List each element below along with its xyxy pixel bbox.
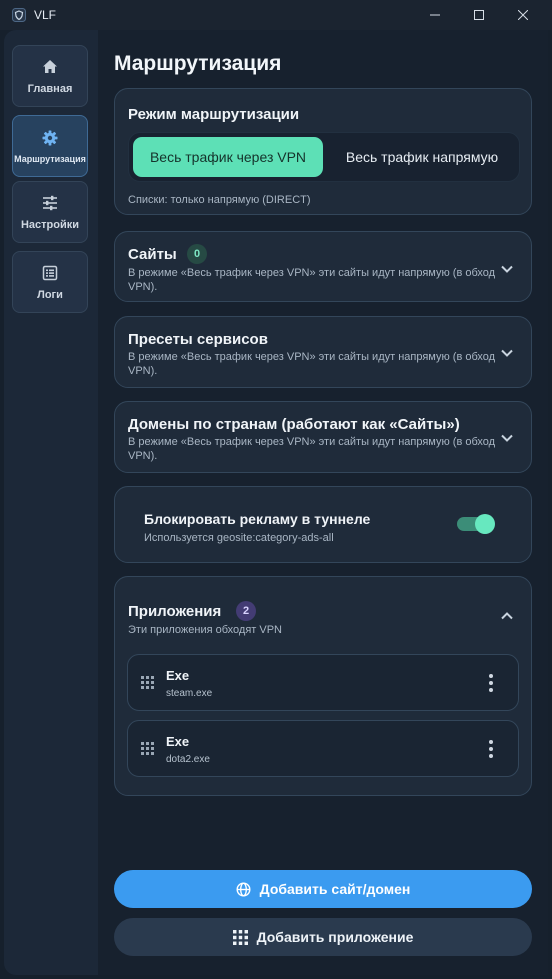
sidebar-item-settings[interactable]: Настройки (12, 181, 88, 243)
chevron-up-icon[interactable] (500, 609, 514, 623)
app-filename: steam.exe (166, 688, 213, 699)
applications-card: Приложения 2 Эти приложения обходят VPN … (114, 576, 532, 796)
maximize-button[interactable] (456, 0, 502, 30)
chevron-down-icon[interactable] (500, 346, 514, 360)
home-icon (43, 59, 57, 73)
sidebar-item-home[interactable]: Главная (12, 45, 88, 107)
sidebar-item-label: Главная (27, 82, 73, 95)
sites-count-badge: 0 (187, 244, 207, 264)
sidebar-item-routing[interactable]: Маршрутизация (12, 115, 88, 177)
close-icon (518, 10, 528, 20)
app-filename: dota2.exe (166, 754, 210, 765)
mode-vpn-button[interactable]: Весь трафик через VPN (133, 137, 323, 177)
window-title: VLF (34, 8, 57, 22)
app-type: Exe (166, 668, 190, 683)
sidebar-item-label: Логи (37, 288, 63, 301)
routing-mode-card: Режим маршрутизации Весь трафик через VP… (114, 88, 532, 215)
chevron-down-icon[interactable] (500, 431, 514, 445)
chevron-down-icon[interactable] (500, 262, 514, 276)
add-site-button[interactable]: Добавить сайт/домен (114, 870, 532, 908)
sidebar-item-label: Настройки (20, 218, 80, 231)
adblock-title: Блокировать рекламу в туннеле (144, 511, 371, 527)
shield-logo-icon (12, 8, 26, 22)
sites-title: Сайты (128, 246, 177, 263)
more-vertical-icon[interactable] (484, 739, 498, 759)
app-grid-icon (141, 742, 154, 755)
sites-description: В режиме «Весь трафик через VPN» эти сай… (128, 267, 496, 293)
applications-count-badge: 2 (236, 601, 256, 621)
gear-icon (42, 130, 58, 145)
sidebar: Главная Маршрутизация Настройки Логи (4, 30, 98, 975)
country-domains-description: В режиме «Весь трафик через VPN» эти сай… (128, 436, 496, 462)
title-bar: VLF (0, 0, 552, 30)
close-button[interactable] (500, 0, 546, 30)
list-item[interactable]: Exe dota2.exe (127, 720, 519, 777)
adblock-toggle[interactable] (457, 514, 495, 534)
routing-mode-segmented-control: Весь трафик через VPN Весь трафик напрям… (128, 132, 520, 182)
app-type: Exe (166, 734, 190, 749)
minimize-button[interactable] (412, 0, 458, 30)
presets-description: В режиме «Весь трафик через VPN» эти сай… (128, 351, 496, 377)
app-grid-icon (141, 676, 154, 689)
add-site-label: Добавить сайт/домен (259, 881, 411, 897)
routing-mode-title: Режим маршрутизации (128, 106, 300, 123)
adblock-subtitle: Используется geosite:category-ads-all (144, 532, 334, 544)
routing-lists-note: Списки: только напрямую (DIRECT) (128, 194, 311, 206)
add-app-label: Добавить приложение (256, 929, 414, 945)
toggle-knob (475, 514, 495, 534)
country-domains-card[interactable]: Домены по странам (работают как «Сайты»)… (114, 401, 532, 473)
globe-icon (236, 881, 251, 897)
list-icon (42, 265, 58, 280)
list-item[interactable]: Exe steam.exe (127, 654, 519, 711)
more-vertical-icon[interactable] (484, 673, 498, 693)
minimize-icon (430, 14, 440, 16)
main-panel: Маршрутизация Режим маршрутизации Весь т… (98, 30, 548, 975)
adblock-card: Блокировать рекламу в туннеле Использует… (114, 486, 532, 563)
sidebar-item-logs[interactable]: Логи (12, 251, 88, 313)
service-presets-card[interactable]: Пресеты сервисов В режиме «Весь трафик ч… (114, 316, 532, 388)
app-grid-icon (232, 929, 248, 945)
sliders-icon (43, 195, 57, 210)
maximize-icon (474, 10, 484, 20)
sidebar-item-label: Маршрутизация (14, 153, 86, 164)
sites-card[interactable]: Сайты 0 В режиме «Весь трафик через VPN»… (114, 231, 532, 302)
page-title: Маршрутизация (114, 52, 282, 75)
applications-title: Приложения (128, 603, 222, 620)
country-domains-title: Домены по странам (работают как «Сайты») (128, 416, 460, 433)
mode-direct-button[interactable]: Весь трафик напрямую (329, 137, 515, 177)
presets-title: Пресеты сервисов (128, 331, 268, 348)
add-app-button[interactable]: Добавить приложение (114, 918, 532, 956)
applications-subtitle: Эти приложения обходят VPN (128, 624, 282, 636)
